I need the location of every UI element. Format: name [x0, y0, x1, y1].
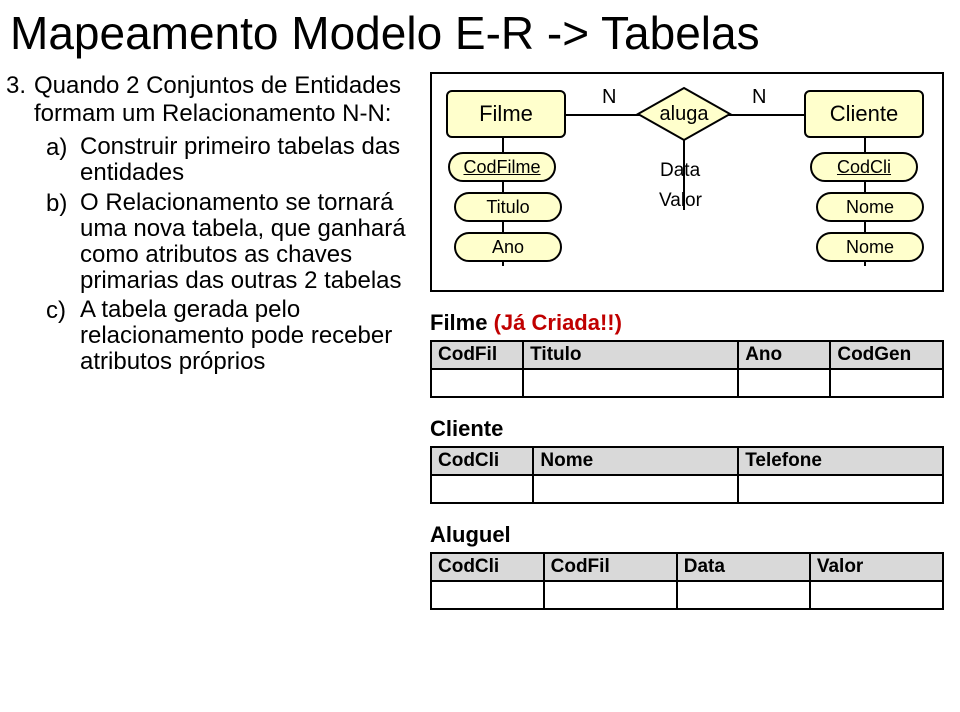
substep-a-letter: a) — [46, 134, 80, 186]
relationship-aluga: aluga — [636, 86, 732, 142]
relationship-aluga-label: aluga — [636, 86, 732, 142]
table-aluguel-title: Aluguel — [430, 522, 944, 548]
col-valor: Valor — [810, 553, 943, 581]
attr-nome1-label: Nome — [846, 197, 894, 218]
attr-nome2-label: Nome — [846, 237, 894, 258]
attr-codcli-label: CodCli — [837, 157, 891, 178]
table-filme-title-prefix: Filme — [430, 310, 487, 335]
substep-b-letter: b) — [46, 190, 80, 294]
table-row — [431, 369, 943, 397]
table-row — [431, 581, 943, 609]
entity-cliente-label: Cliente — [830, 101, 898, 127]
table-filme-title: Filme (Já Criada!!) — [430, 310, 944, 336]
col-codfil: CodFil — [431, 341, 523, 369]
rel-attr-valor: Valor — [659, 190, 702, 212]
step-number: 3. — [6, 72, 34, 128]
table-row: CodCli Nome Telefone — [431, 447, 943, 475]
col-codfil2: CodFil — [544, 553, 677, 581]
col-titulo: Titulo — [523, 341, 738, 369]
sublist: a) Construir primeiro tabelas das entida… — [6, 134, 430, 375]
entity-cliente: Cliente — [804, 90, 924, 138]
attr-codfilme: CodFilme — [448, 152, 556, 182]
entity-filme: Filme — [446, 90, 566, 138]
substep-b: b) O Relacionamento se tornará uma nova … — [46, 190, 430, 294]
table-aluguel: CodCli CodFil Data Valor — [430, 552, 944, 610]
substep-c: c) A tabela gerada pelo relacionamento p… — [46, 297, 430, 375]
right-diagram-column: Filme Cliente aluga N N CodFilme Titulo — [430, 72, 950, 610]
attr-codfilme-label: CodFilme — [463, 157, 540, 178]
substep-c-letter: c) — [46, 297, 80, 375]
col-nome: Nome — [533, 447, 738, 475]
attr-titulo-label: Titulo — [486, 197, 529, 218]
table-row: CodFil Titulo Ano CodGen — [431, 341, 943, 369]
table-row — [431, 475, 943, 503]
col-telefone: Telefone — [738, 447, 943, 475]
table-row: CodCli CodFil Data Valor — [431, 553, 943, 581]
col-codgen: CodGen — [830, 341, 943, 369]
step-3: 3. Quando 2 Conjuntos de Entidades forma… — [6, 72, 430, 128]
content-area: 3. Quando 2 Conjuntos de Entidades forma… — [0, 72, 960, 610]
attr-nome1: Nome — [816, 192, 924, 222]
left-text-column: 3. Quando 2 Conjuntos de Entidades forma… — [0, 72, 430, 610]
col-codcli2: CodCli — [431, 553, 544, 581]
col-ano: Ano — [738, 341, 830, 369]
cardinality-left: N — [602, 86, 616, 109]
attr-titulo: Titulo — [454, 192, 562, 222]
table-cliente: CodCli Nome Telefone — [430, 446, 944, 504]
substep-b-text: O Relacionamento se tornará uma nova tab… — [80, 190, 430, 294]
rel-attr-data: Data — [660, 160, 700, 182]
step-text: Quando 2 Conjuntos de Entidades formam u… — [34, 72, 430, 128]
er-diagram: Filme Cliente aluga N N CodFilme Titulo — [430, 72, 944, 292]
page-title: Mapeamento Modelo E-R -> Tabelas — [0, 0, 960, 72]
substep-a-text: Construir primeiro tabelas das entidades — [80, 134, 430, 186]
entity-filme-label: Filme — [479, 101, 533, 127]
table-filme: CodFil Titulo Ano CodGen — [430, 340, 944, 398]
cardinality-right: N — [752, 86, 766, 109]
attr-ano: Ano — [454, 232, 562, 262]
attr-ano-label: Ano — [492, 237, 524, 258]
col-codcli: CodCli — [431, 447, 533, 475]
substep-a: a) Construir primeiro tabelas das entida… — [46, 134, 430, 186]
attr-nome2: Nome — [816, 232, 924, 262]
col-data: Data — [677, 553, 810, 581]
table-filme-title-suffix: (Já Criada!!) — [494, 310, 622, 335]
substep-c-text: A tabela gerada pelo relacionamento pode… — [80, 297, 430, 375]
table-cliente-title: Cliente — [430, 416, 944, 442]
attr-codcli: CodCli — [810, 152, 918, 182]
